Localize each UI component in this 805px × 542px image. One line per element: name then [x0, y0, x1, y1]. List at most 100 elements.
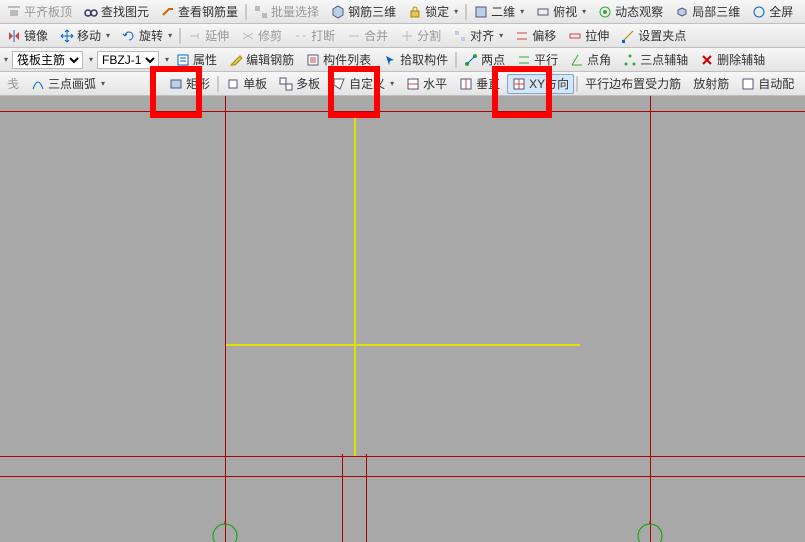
three-pt-arc-button[interactable]: 三点画弧 ▾	[26, 74, 110, 94]
rotate-button[interactable]: 旋转 ▾	[117, 26, 177, 46]
extend-button[interactable]: 延伸	[183, 26, 234, 46]
view-rebar-button[interactable]: 查看钢筋量	[156, 2, 243, 22]
grid-line-h3	[0, 476, 805, 477]
mirror-button[interactable]: 镜像	[2, 26, 53, 46]
line-tool-button[interactable]: 戋	[2, 74, 24, 94]
three-pt-aux-button[interactable]: 三点辅轴	[618, 50, 693, 70]
rebar-line-h	[226, 344, 579, 346]
stretch-label: 拉伸	[585, 27, 609, 44]
chevron-down-icon[interactable]: ▾	[89, 55, 93, 64]
parallel-label: 平行	[534, 51, 558, 68]
rotate-icon	[122, 29, 136, 43]
split-button[interactable]: 分割	[395, 26, 446, 46]
split-label: 分割	[417, 27, 441, 44]
align-icon	[453, 29, 467, 43]
align-button[interactable]: 对齐 ▾	[448, 26, 508, 46]
lock-label: 锁定	[425, 3, 449, 20]
radial-button[interactable]: 放射筋	[688, 74, 734, 94]
xy-direction-button[interactable]: XY方向	[507, 74, 574, 94]
multi-board-label: 多板	[296, 75, 320, 92]
custom-icon	[332, 77, 346, 91]
lock-button[interactable]: 锁定 ▾	[403, 2, 463, 22]
separator	[245, 4, 247, 20]
align-top-label: 平齐板顶	[24, 3, 72, 20]
split-icon	[400, 29, 414, 43]
props-icon	[176, 53, 190, 67]
rebar-line-v	[354, 112, 356, 456]
auto-icon	[741, 77, 755, 91]
single-board-button[interactable]: 单板	[221, 74, 272, 94]
separator	[576, 76, 578, 92]
align-top-button[interactable]: 平齐板顶	[2, 2, 77, 22]
rebar-icon	[161, 5, 175, 19]
rebar-line-short	[578, 344, 580, 346]
trim-label: 修剪	[258, 27, 282, 44]
batch-select-label: 批量选择	[271, 3, 319, 20]
auto-arrange-button[interactable]: 自动配	[736, 74, 799, 94]
horizontal-label: 水平	[423, 75, 447, 92]
horizontal-button[interactable]: 水平	[401, 74, 452, 94]
main-rebar-combo[interactable]: 筏板主筋	[12, 51, 83, 69]
chevron-down-icon: ▾	[168, 31, 172, 40]
separator	[217, 76, 219, 92]
rebar-3d-button[interactable]: 钢筋三维	[326, 2, 401, 22]
batch-select-button[interactable]: 批量选择	[249, 2, 324, 22]
rect-button[interactable]: 矩形	[164, 74, 215, 94]
edit-rebar-label: 编辑钢筋	[246, 51, 294, 68]
vertical-button[interactable]: 垂直	[454, 74, 505, 94]
break-button[interactable]: 打断	[289, 26, 340, 46]
single-board-label: 单板	[243, 75, 267, 92]
cube-icon	[331, 5, 345, 19]
local-3d-button[interactable]: 局部三维	[670, 2, 745, 22]
pick-icon	[383, 53, 397, 67]
delete-icon	[700, 53, 714, 67]
fbzj-combo[interactable]: FBZJ-1	[97, 51, 159, 69]
radial-label: 放射筋	[693, 75, 729, 92]
view-icon	[536, 5, 550, 19]
del-aux-button[interactable]: 删除辅轴	[695, 50, 770, 70]
edit-rebar-button[interactable]: 编辑钢筋	[224, 50, 299, 70]
drawing-canvas[interactable]	[0, 96, 805, 542]
custom-button[interactable]: 自定义 ▾	[327, 74, 399, 94]
axis-marker-2	[635, 521, 665, 542]
two-pt-button[interactable]: 两点	[459, 50, 510, 70]
multi-board-button[interactable]: 多板	[274, 74, 325, 94]
column-line-v1	[342, 454, 343, 542]
parallel-button[interactable]: 平行	[512, 50, 563, 70]
full-screen-button[interactable]: 全屏	[747, 2, 798, 22]
comp-list-button[interactable]: 构件列表	[301, 50, 376, 70]
parallel-place-button[interactable]: 平行边布置受力筋	[580, 74, 686, 94]
dynamic-view-button[interactable]: 动态观察	[593, 2, 668, 22]
two-d-label: 二维	[491, 3, 515, 20]
chevron-down-icon: ▾	[499, 31, 503, 40]
set-grip-button[interactable]: 设置夹点	[616, 26, 691, 46]
find-entity-button[interactable]: 查找图元	[79, 2, 154, 22]
three-pt-arc-label: 三点画弧	[48, 75, 96, 92]
toolbar-row-3: ▾ 筏板主筋 ▾ FBZJ-1 ▾ 属性 编辑钢筋 构件列表 拾取构件 两点 平…	[0, 48, 805, 72]
three-pt-aux-icon	[623, 53, 637, 67]
perspective-button[interactable]: 俯视 ▾	[531, 2, 591, 22]
vertical-label: 垂直	[476, 75, 500, 92]
toolbar-row-2: 镜像 移动 ▾ 旋转 ▾ 延伸 修剪 打断 合并 分割 对齐 ▾ 偏移	[0, 24, 805, 48]
vertical-icon	[459, 77, 473, 91]
grid-line-h1	[0, 111, 805, 112]
offset-button[interactable]: 偏移	[510, 26, 561, 46]
chevron-down-icon: ▾	[454, 7, 458, 16]
trim-button[interactable]: 修剪	[236, 26, 287, 46]
rotate-label: 旋转	[139, 27, 163, 44]
chevron-down-icon[interactable]: ▾	[165, 55, 169, 64]
merge-button[interactable]: 合并	[342, 26, 393, 46]
rect-label: 矩形	[186, 75, 210, 92]
pick-comp-button[interactable]: 拾取构件	[378, 50, 453, 70]
two-d-button[interactable]: 二维 ▾	[469, 2, 529, 22]
move-button[interactable]: 移动 ▾	[55, 26, 115, 46]
props-button[interactable]: 属性	[171, 50, 222, 70]
square-icon	[474, 5, 488, 19]
stretch-button[interactable]: 拉伸	[563, 26, 614, 46]
comp-list-label: 构件列表	[323, 51, 371, 68]
column-line-v2	[366, 454, 367, 542]
set-grip-label: 设置夹点	[638, 27, 686, 44]
chevron-down-icon[interactable]: ▾	[4, 55, 8, 64]
pt-angle-button[interactable]: 点角	[565, 50, 616, 70]
perspective-label: 俯视	[553, 3, 577, 20]
